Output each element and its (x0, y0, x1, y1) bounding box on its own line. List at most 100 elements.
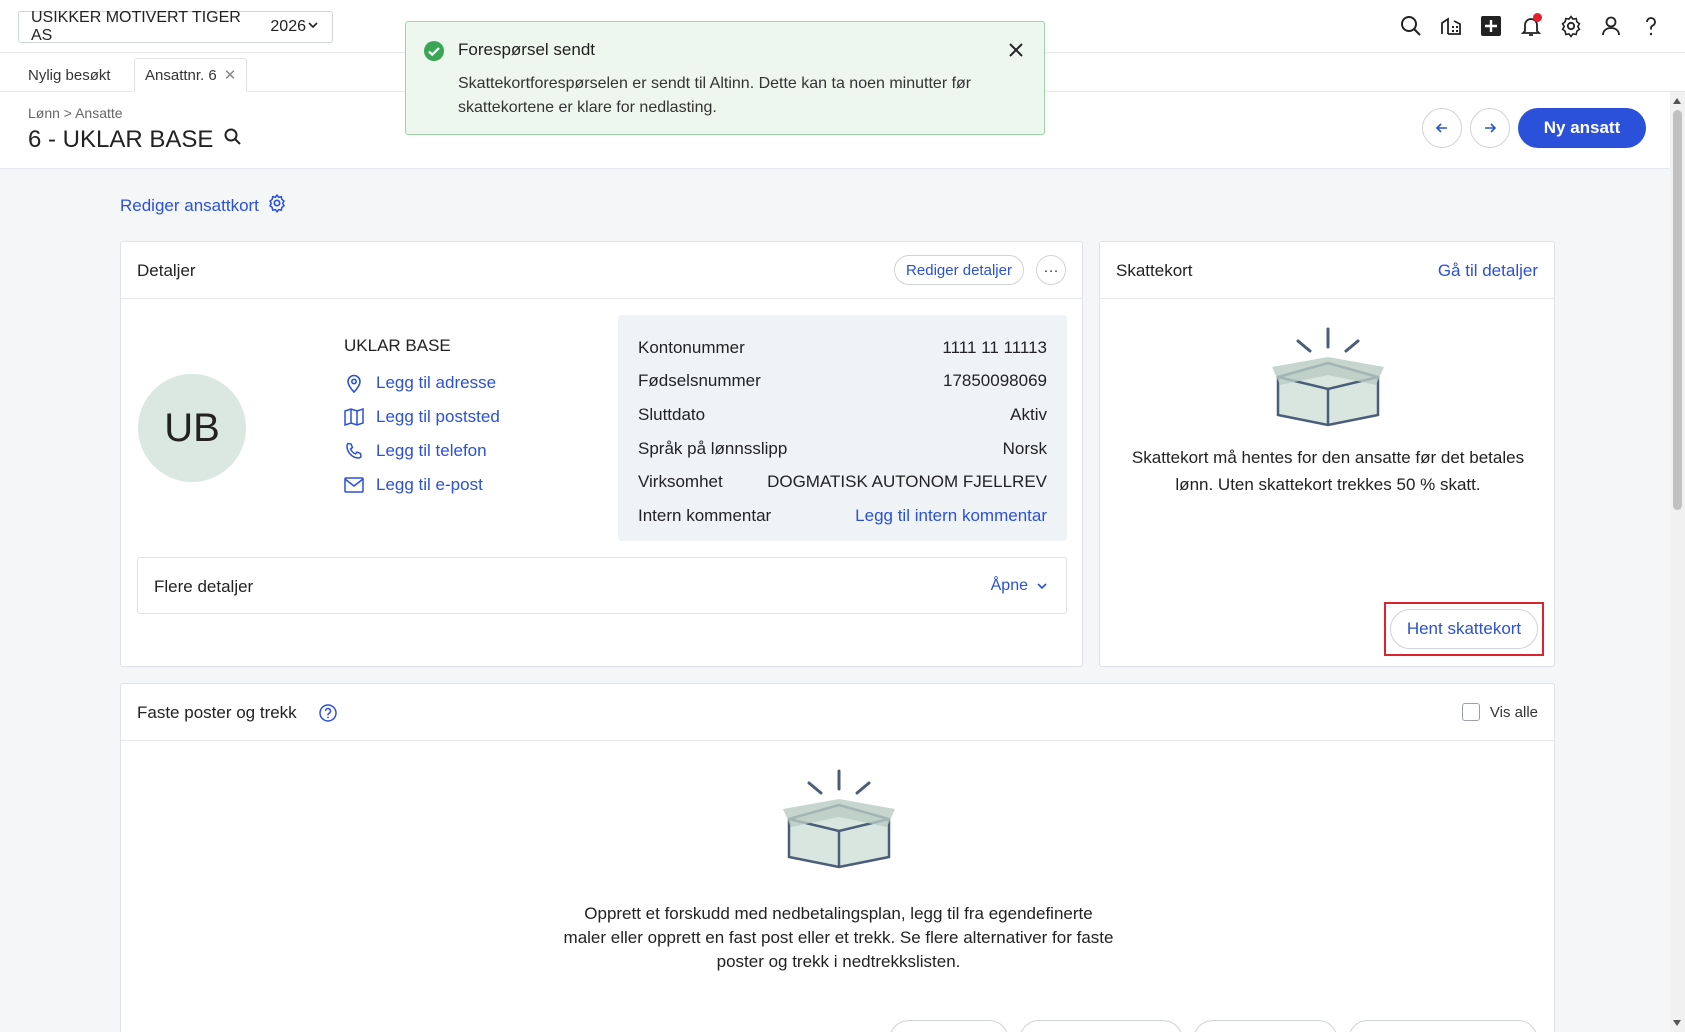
info-value: DOGMATISK AUTONOM FJELLREV (767, 472, 1047, 492)
page-title-text: 6 - UKLAR BASE (28, 126, 214, 153)
add-phone-label: Legg til telefon (376, 441, 487, 460)
scrollbar[interactable] (1670, 92, 1685, 1032)
chevron-down-icon (306, 18, 320, 37)
info-row-business: Virksomhet DOGMATISK AUTONOM FJELLREV (638, 465, 1047, 499)
details-card-header: Detaljer Rediger detaljer ··· (121, 242, 1082, 299)
fixed-items-description: Opprett et forskudd med nedbetalingsplan… (563, 904, 1114, 971)
tax-card-header: Skattekort Gå til detaljer (1100, 242, 1554, 299)
more-details-panel[interactable]: Flere detaljer Åpne (137, 557, 1067, 614)
info-label: Språk på lønnsslipp (638, 438, 788, 458)
notification-dot (1533, 13, 1542, 22)
info-label: Virksomhet (638, 472, 723, 492)
toast-message: Skattekortforespørselen er sendt til Alt… (458, 75, 972, 116)
employee-name: UKLAR BASE (344, 336, 451, 355)
open-label: Åpne (990, 577, 1028, 594)
next-employee-button[interactable] (1470, 108, 1510, 148)
fixed-items-title: Faste poster og trekk (137, 703, 297, 722)
add-postal-label: Legg til poststed (376, 407, 500, 426)
more-options-button[interactable]: ··· (1036, 255, 1066, 285)
tab-recent[interactable]: Nylig besøkt (18, 58, 121, 92)
info-value: 1111 11 11113 (942, 337, 1047, 357)
action-button[interactable] (1019, 1020, 1183, 1032)
company-year: 2026 (270, 18, 306, 35)
help-circle-icon[interactable] (319, 704, 337, 727)
employee-info-box: Kontonummer 1111 11 11113 Fødselsnummer … (618, 315, 1067, 541)
info-row-ssn: Fødselsnummer 17850098069 (638, 365, 1047, 399)
tax-card-description: Skattekort må hentes for den ansatte før… (1131, 448, 1525, 494)
edit-employee-card-label: Rediger ansattkort (120, 195, 259, 215)
company-icon[interactable] (1439, 12, 1463, 40)
add-address-label: Legg til adresse (376, 373, 497, 392)
add-internal-comment-link[interactable]: Legg til intern kommentar (855, 506, 1047, 526)
chevron-down-icon (1037, 583, 1047, 590)
info-label: Sluttdato (638, 404, 706, 424)
close-icon[interactable]: ✕ (224, 66, 237, 84)
previous-employee-button[interactable] (1422, 108, 1462, 148)
breadcrumb[interactable]: Lønn > Ansatte (28, 105, 123, 121)
info-row-comment: Intern kommentar Legg til intern komment… (638, 499, 1047, 533)
go-to-details-link[interactable]: Gå til detaljer (1438, 261, 1538, 281)
action-button[interactable] (889, 1020, 1009, 1032)
add-postal-link[interactable]: Legg til poststed (344, 400, 500, 434)
help-icon[interactable] (1639, 12, 1663, 40)
empty-box-icon (1270, 327, 1386, 432)
arrow-left-icon (1435, 123, 1447, 133)
phone-icon (344, 442, 364, 460)
tax-card-title: Skattekort (1116, 261, 1193, 280)
add-address-link[interactable]: Legg til adresse (344, 366, 500, 400)
add-email-label: Legg til e-post (376, 475, 483, 494)
tab-employee-label: Ansattnr. 6 (145, 66, 217, 84)
highlight-box: Hent skattekort (1384, 602, 1544, 656)
more-details-label: Flere detaljer (154, 577, 254, 596)
info-row-language: Språk på lønnsslipp Norsk (638, 432, 1047, 466)
add-phone-link[interactable]: Legg til telefon (344, 434, 500, 468)
add-email-link[interactable]: Legg til e-post (344, 468, 500, 502)
close-icon[interactable] (1008, 42, 1024, 63)
contact-links: Legg til adresse Legg til poststed Legg … (344, 366, 500, 502)
scroll-down-icon[interactable] (1673, 1020, 1681, 1026)
scrollbar-thumb[interactable] (1673, 110, 1682, 510)
gear-icon[interactable] (1559, 12, 1583, 40)
action-button[interactable] (1348, 1020, 1538, 1032)
mail-icon (344, 477, 364, 493)
info-label: Kontonummer (638, 337, 745, 357)
gear-icon (267, 193, 287, 218)
show-all-toggle[interactable]: Vis alle (1461, 703, 1538, 721)
edit-employee-card-link[interactable]: Rediger ansattkort (120, 193, 287, 218)
search-icon[interactable] (223, 126, 243, 154)
details-title: Detaljer (137, 261, 196, 280)
tab-employee[interactable]: Ansattnr. 6 ✕ (134, 58, 248, 92)
new-employee-button[interactable]: Ny ansatt (1518, 108, 1646, 148)
info-value: 17850098069 (942, 371, 1047, 391)
info-value: Norsk (1002, 438, 1047, 458)
search-icon[interactable] (1399, 12, 1423, 40)
fixed-items-card: Faste poster og trekk Vis alle Opprett e… (120, 683, 1555, 1032)
empty-box-icon (781, 769, 897, 874)
company-name: USIKKER MOTIVERT TIGER AS (31, 9, 241, 44)
toast-title: Forespørsel sendt (458, 40, 595, 59)
check-circle-icon (423, 40, 445, 67)
show-all-label: Vis alle (1489, 703, 1538, 721)
bell-icon[interactable] (1519, 12, 1543, 40)
edit-details-button[interactable]: Rediger detaljer (894, 255, 1024, 285)
action-button[interactable] (1193, 1020, 1338, 1032)
fetch-tax-card-button[interactable]: Hent skattekort (1390, 609, 1538, 649)
info-label: Fødselsnummer (638, 371, 761, 391)
info-label: Intern kommentar (638, 505, 772, 525)
fixed-items-header: Faste poster og trekk Vis alle (121, 684, 1554, 741)
company-selector[interactable]: USIKKER MOTIVERT TIGER AS 2026 (18, 9, 333, 44)
open-more-details-button[interactable]: Åpne (991, 577, 1048, 595)
details-card: Detaljer Rediger detaljer ··· UB UKLAR B… (120, 241, 1083, 667)
success-toast: Forespørsel sendt Skattekortforespørsele… (405, 21, 1045, 135)
add-icon[interactable] (1479, 12, 1503, 40)
info-row-account: Kontonummer 1111 11 11113 (638, 331, 1047, 365)
show-all-checkbox[interactable] (1461, 703, 1480, 721)
page-title: 6 - UKLAR BASE (28, 126, 243, 154)
info-value: Aktiv (1010, 404, 1047, 424)
avatar: UB (138, 374, 246, 482)
location-pin-icon (344, 373, 364, 393)
fixed-items-actions (889, 1020, 1538, 1032)
info-row-end-date: Sluttdato Aktiv (638, 398, 1047, 432)
user-icon[interactable] (1599, 12, 1623, 40)
scroll-up-icon[interactable] (1673, 98, 1681, 104)
